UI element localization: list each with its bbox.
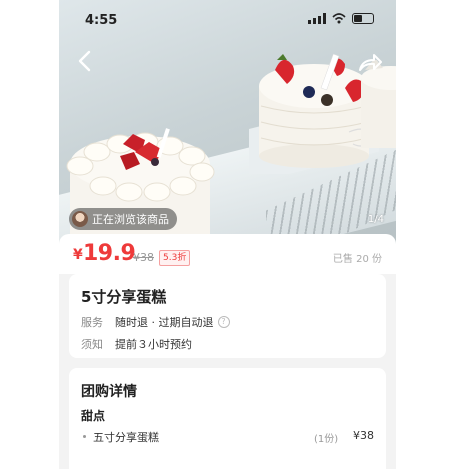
service-row[interactable]: 随时退 · 过期自动退 ?: [115, 314, 230, 330]
original-price: ¥38: [133, 251, 154, 264]
group-title: 团购详情: [81, 384, 137, 400]
battery-icon: [352, 13, 374, 24]
current-price: 19.9: [83, 241, 136, 266]
group-category: 甜点: [81, 409, 106, 423]
avatar: [72, 211, 88, 227]
wifi-icon: [332, 13, 346, 24]
status-bar: 4:55: [59, 0, 396, 40]
item-price: ¥38: [353, 429, 374, 442]
item-quantity: (1份): [314, 434, 339, 445]
signal-icon: [308, 13, 326, 24]
image-counter: 1/4: [367, 214, 384, 225]
viewing-text: 正在浏览该商品: [92, 213, 169, 226]
group-purchase-card: 团购详情 甜点 五寸分享蛋糕 (1份) ¥38: [69, 368, 386, 469]
status-time: 4:55: [85, 13, 118, 28]
price-section: ¥ 19.9 ¥38 5.3折 已售 20 份: [59, 234, 396, 274]
status-icons: [308, 13, 374, 24]
service-value: 随时退 · 过期自动退: [115, 316, 214, 329]
notice-value: 提前３小时预约: [115, 338, 192, 351]
discount-badge: 5.3折: [159, 250, 191, 266]
product-info-card: 5寸分享蛋糕 服务 随时退 · 过期自动退 ? 须知 提前３小时预约: [69, 274, 386, 358]
viewing-indicator: 正在浏览该商品: [69, 208, 177, 230]
cake-image-side: [361, 60, 396, 148]
question-circle-icon[interactable]: ?: [217, 316, 230, 328]
product-title: 5寸分享蛋糕: [81, 288, 167, 306]
product-detail-screen: 4:55 正在浏览该商品 1/4 ¥ 19.9 ¥38 5.3折 已售 20 份…: [59, 0, 396, 469]
service-label: 服务: [81, 316, 103, 329]
notice-label: 须知: [81, 338, 103, 351]
share-icon[interactable]: [356, 48, 384, 74]
item-name: 五寸分享蛋糕: [93, 431, 159, 444]
bullet-icon: [83, 435, 86, 438]
sold-count: 已售 20 份: [332, 254, 382, 265]
price-currency: ¥: [73, 247, 83, 263]
product-image-carousel[interactable]: 4:55 正在浏览该商品 1/4: [59, 0, 396, 246]
chevron-left-icon[interactable]: [73, 48, 99, 74]
